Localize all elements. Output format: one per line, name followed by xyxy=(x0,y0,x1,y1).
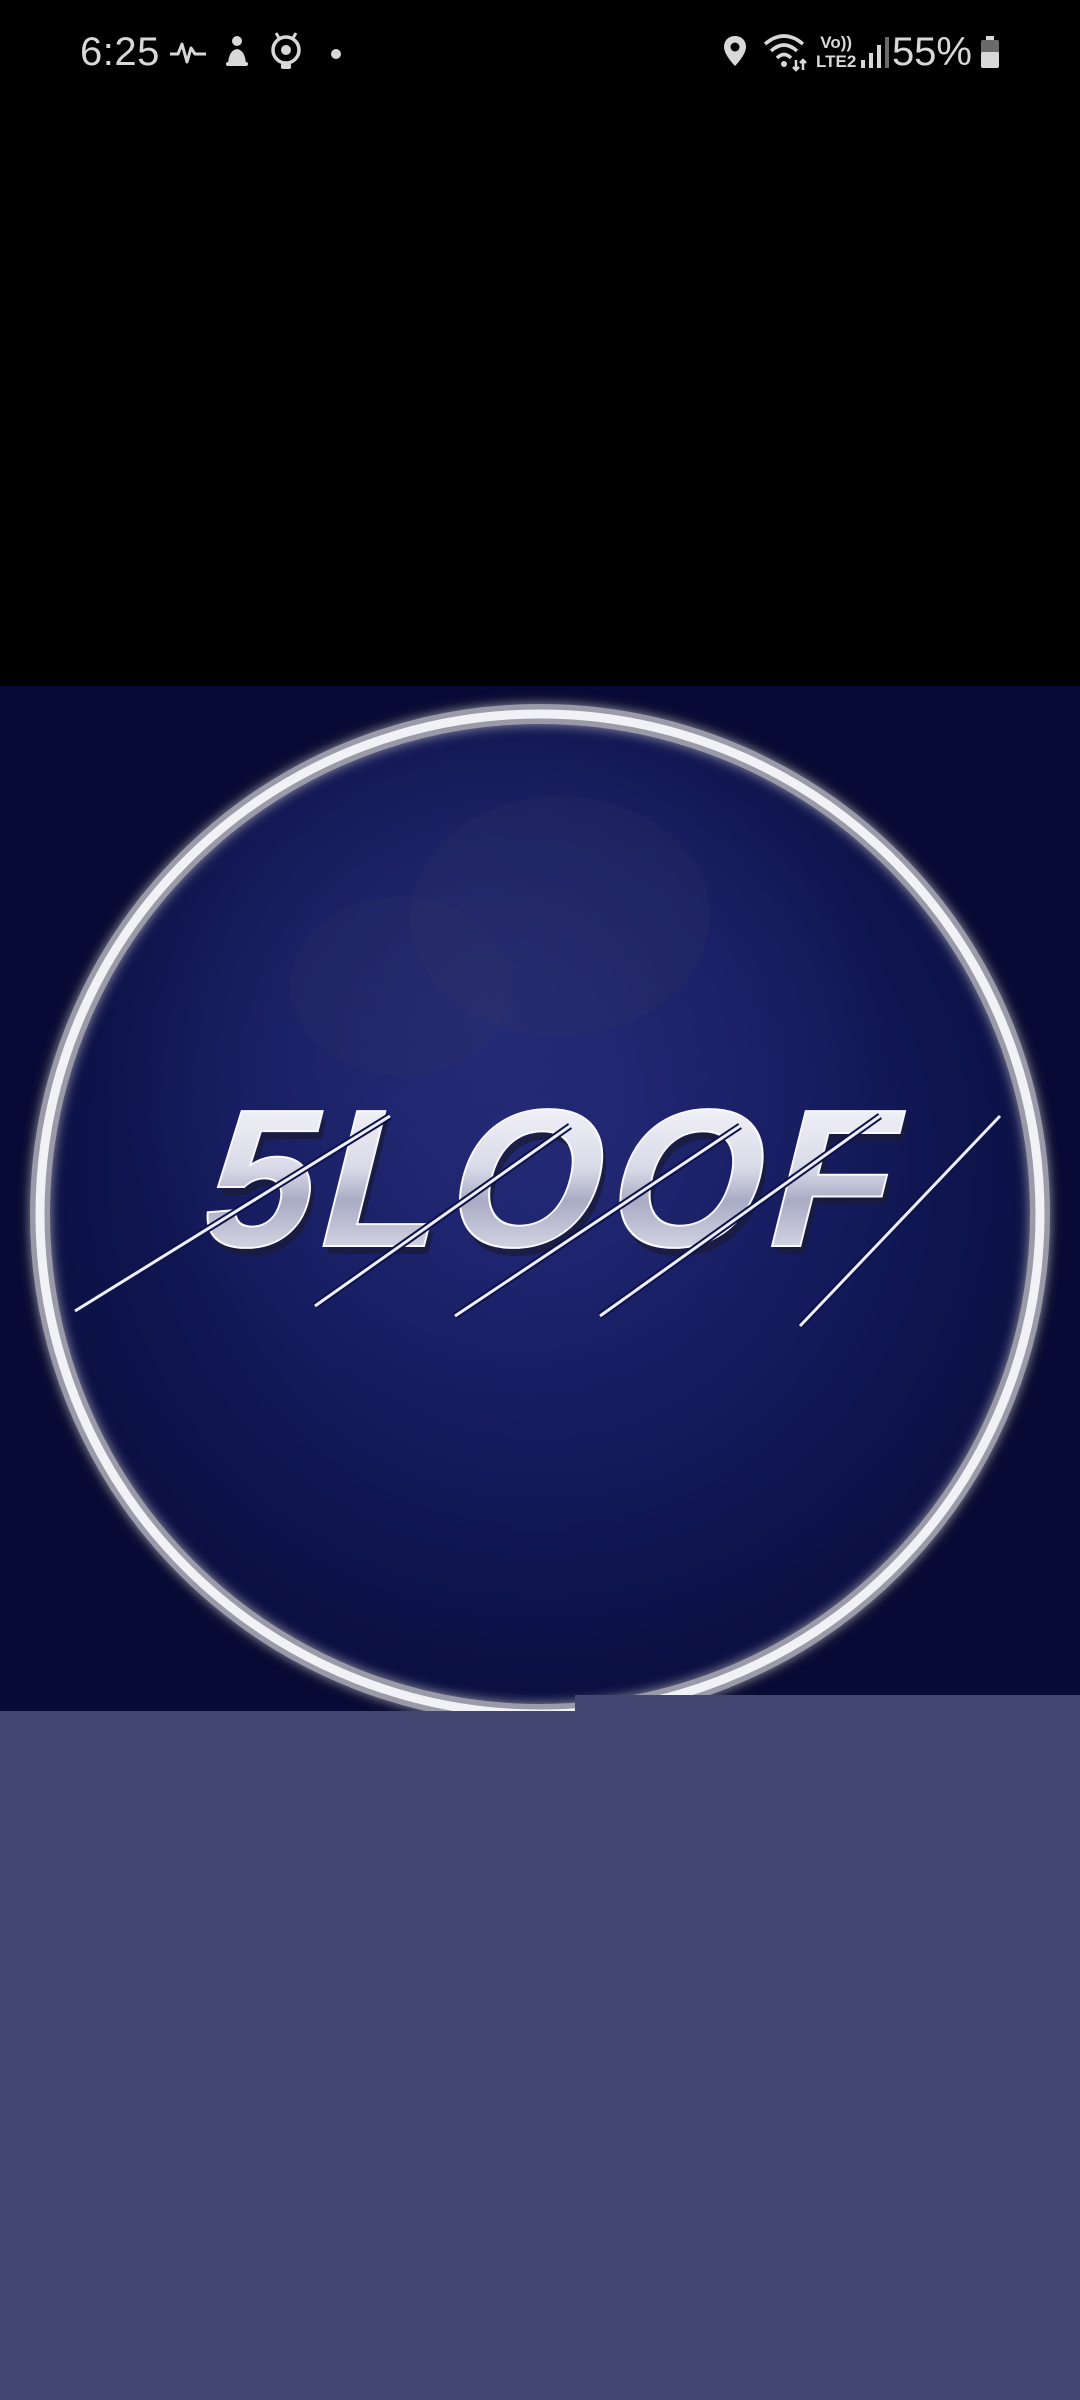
splash-logo-image: 5LOOF 5LOOF xyxy=(0,686,1080,1711)
logo-text: 5LOOF xyxy=(183,1070,931,1289)
logo-graphic: 5LOOF 5LOOF xyxy=(0,686,1080,1711)
location-icon xyxy=(724,36,746,66)
network-label-bottom: LTE2 xyxy=(816,52,857,71)
network-label-top: Vo)) xyxy=(820,33,853,52)
status-bar: 6:25 Vo)) LTE2 55% xyxy=(0,0,1080,110)
logo-wordmark: 5LOOF 5LOOF xyxy=(182,1069,935,1297)
bottom-panel-notch xyxy=(575,1695,1080,1712)
signal-icon xyxy=(861,37,889,68)
status-time: 6:25 xyxy=(80,30,160,74)
pulse-icon xyxy=(170,42,206,64)
accessibility-icon xyxy=(226,36,248,66)
battery-percent: 55% xyxy=(891,30,972,74)
app-screen: 6:25 Vo)) LTE2 55% 5LOOF 5LOOF xyxy=(0,0,1080,2400)
wifi-icon xyxy=(763,34,807,72)
dot-icon xyxy=(331,49,341,59)
network-type-label: Vo)) LTE2 xyxy=(816,33,856,71)
camera-app-icon xyxy=(271,32,301,69)
battery-icon xyxy=(981,36,999,68)
bottom-panel xyxy=(0,1711,1080,2400)
